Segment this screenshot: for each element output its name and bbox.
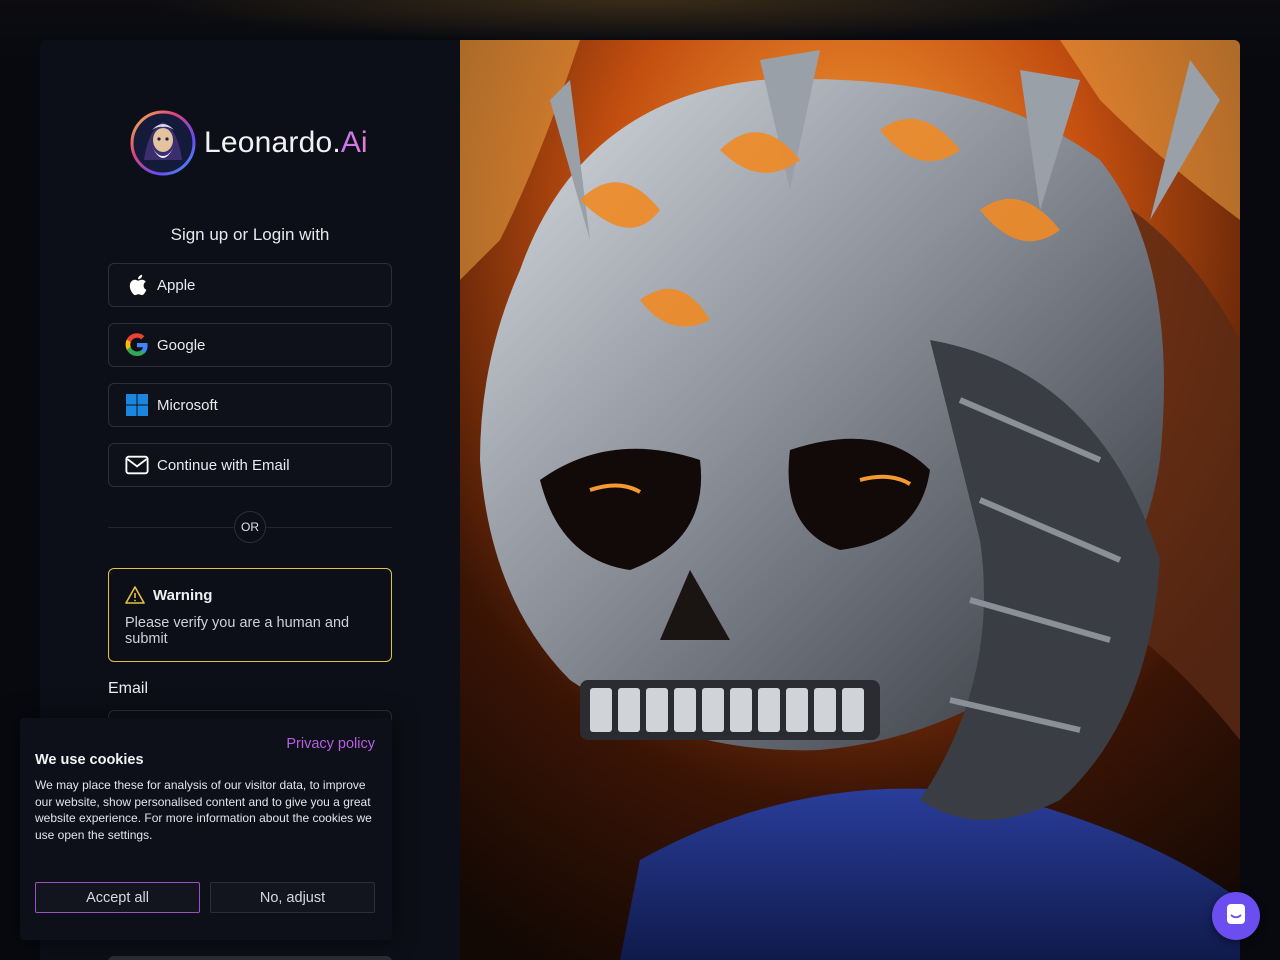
privacy-policy-link[interactable]: Privacy policy (286, 736, 375, 752)
email-label: Email (108, 680, 149, 697)
accept-all-button[interactable]: Accept all (35, 882, 200, 913)
apple-login-label: Apple (157, 276, 196, 294)
warning-title: Warning (153, 586, 213, 604)
google-icon (125, 333, 149, 357)
brand-name: Leonardo. (204, 126, 341, 159)
brand-logo: Leonardo. Ai (130, 110, 368, 176)
apple-login-button[interactable]: Apple (108, 263, 392, 307)
cookie-banner: Privacy policy We use cookies We may pla… (20, 718, 392, 940)
brand-suffix: Ai (340, 126, 368, 159)
warning-message: Please verify you are a human and submit (125, 615, 350, 647)
leonardo-logo-icon (130, 110, 196, 176)
microsoft-login-button[interactable]: Microsoft (108, 383, 392, 427)
apple-icon (125, 273, 149, 297)
cookie-title: We use cookies (35, 752, 144, 768)
google-login-label: Google (157, 336, 206, 354)
hero-image (460, 40, 1240, 960)
email-login-label: Continue with Email (157, 456, 290, 474)
mail-icon (125, 453, 149, 477)
microsoft-icon (125, 393, 149, 417)
chat-icon (1224, 902, 1248, 931)
google-login-button[interactable]: Google (108, 323, 392, 367)
microsoft-login-label: Microsoft (157, 396, 218, 414)
or-divider: OR (234, 511, 266, 543)
submit-button[interactable] (108, 956, 392, 960)
adjust-cookies-button[interactable]: No, adjust (210, 882, 375, 913)
warning-icon (125, 585, 145, 605)
email-login-button[interactable]: Continue with Email (108, 443, 392, 487)
cookie-description: We may place these for analysis of our v… (35, 778, 372, 842)
login-heading: Sign up or Login with (170, 225, 330, 244)
flaming-skull-knight-image (460, 40, 1240, 960)
warning-alert: Warning Please verify you are a human an… (108, 568, 392, 662)
chat-launcher-button[interactable] (1212, 892, 1260, 940)
